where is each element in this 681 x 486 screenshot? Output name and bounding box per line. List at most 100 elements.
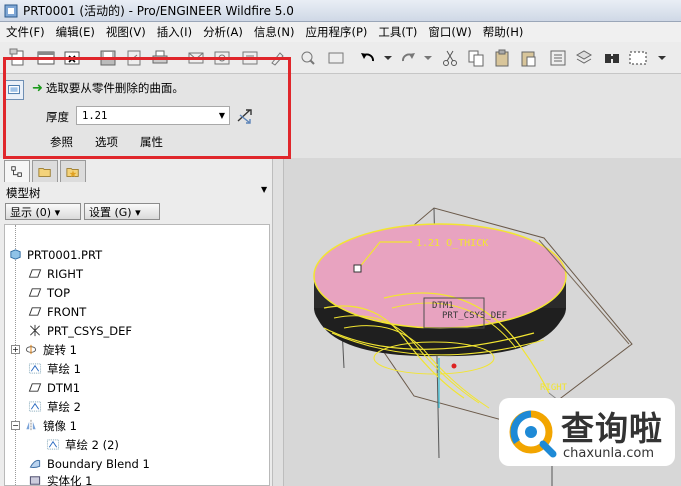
model-tree-tab-icon[interactable] — [4, 160, 30, 182]
regen-manager-icon[interactable] — [548, 48, 568, 68]
expand-plus-icon[interactable]: + — [11, 345, 20, 354]
datum-label-right[interactable]: RIGHT — [540, 383, 568, 393]
chevron-down-icon[interactable]: ▼ — [215, 111, 229, 120]
tree-item-sketch-1[interactable]: 草绘 1 — [27, 359, 81, 378]
send-mail-icon[interactable] — [186, 48, 206, 68]
tree-item-solidify[interactable]: 实体化 1 — [27, 473, 92, 486]
undo-dropdown-icon[interactable] — [378, 48, 398, 68]
folder-browser-tab-icon[interactable] — [32, 160, 58, 182]
cut-icon[interactable] — [440, 48, 460, 68]
watermark-name: 查询啦 — [561, 409, 663, 448]
flip-direction-icon[interactable] — [236, 107, 254, 125]
tree-item-label: 草绘 1 — [47, 361, 81, 376]
watermark: 查询啦 chaxunla.com — [499, 398, 675, 466]
menu-applications[interactable]: 应用程序(P) — [305, 24, 367, 40]
tab-references[interactable]: 参照 — [50, 134, 73, 150]
main-toolbar — [0, 42, 681, 74]
navigator-pane: 模型树 ▼ 显示 (0) ▾ 设置 (G) ▾ PRT0001.PRT RIGH… — [0, 158, 272, 486]
save-copy-icon[interactable] — [124, 48, 144, 68]
pane-menu-chevron-icon[interactable]: ▼ — [261, 185, 267, 194]
tree-item-label: 实体化 1 — [47, 474, 93, 486]
menu-edit[interactable]: 编辑(E) — [56, 24, 95, 40]
prompt-text: 选取要从零件删除的曲面。 — [45, 81, 184, 95]
open-window-icon[interactable] — [36, 48, 56, 68]
boundary-blend-icon — [27, 457, 43, 471]
model-tree: PRT0001.PRT RIGHT TOP FRONT PRT_CSYS_DEF… — [4, 224, 270, 486]
selection-dropdown-icon[interactable] — [652, 48, 672, 68]
paste-icon[interactable] — [492, 48, 512, 68]
favorites-tab-icon[interactable] — [60, 160, 86, 182]
menu-window[interactable]: 窗口(W) — [428, 24, 471, 40]
tree-item-dtm1[interactable]: DTM1 — [27, 378, 80, 397]
datum-plane-icon — [27, 267, 43, 281]
tree-item-csys[interactable]: PRT_CSYS_DEF — [27, 321, 132, 340]
paste-special-icon[interactable] — [518, 48, 538, 68]
title-bar: PRT0001 (活动的) - Pro/ENGINEER Wildfire 5.… — [0, 0, 681, 22]
menu-file[interactable]: 文件(F) — [6, 24, 45, 40]
datum-label-csys[interactable]: PRT_CSYS_DEF — [442, 311, 507, 321]
copy-icon[interactable] — [466, 48, 486, 68]
menu-view[interactable]: 视图(V) — [106, 24, 146, 40]
tree-item-label: 镜像 1 — [43, 418, 77, 433]
tree-item-label: RIGHT — [47, 266, 83, 281]
watermark-url: chaxunla.com — [563, 446, 654, 461]
tree-item-revolve[interactable]: + 旋转 1 — [11, 340, 77, 359]
menu-analysis[interactable]: 分析(A) — [203, 24, 243, 40]
regenerate-icon[interactable] — [212, 48, 232, 68]
collapse-minus-icon[interactable]: − — [11, 421, 20, 430]
pane-splitter[interactable] — [272, 158, 284, 486]
close-window-icon[interactable] — [62, 48, 82, 68]
part-icon — [7, 248, 23, 262]
tree-item-part[interactable]: PRT0001.PRT — [7, 245, 102, 264]
distribute-icon[interactable] — [326, 48, 346, 68]
undo-icon[interactable] — [358, 48, 378, 68]
tree-item-label: PRT_CSYS_DEF — [47, 323, 133, 338]
message-prompt: ➜ 选取要从零件删除的曲面。 — [32, 78, 184, 98]
redo-dropdown-icon[interactable] — [418, 48, 438, 68]
thickness-dimension-label[interactable]: 1.21 O_THICK — [416, 238, 488, 249]
tab-properties[interactable]: 属性 — [140, 134, 163, 150]
settings-button[interactable]: 设置 (G) ▾ — [84, 203, 160, 220]
tree-item-mirror[interactable]: − 镜像 1 — [11, 416, 77, 435]
tree-item-label: 草绘 2 — [47, 399, 81, 414]
solidify-icon — [27, 473, 43, 486]
model-info-icon[interactable] — [240, 48, 260, 68]
selection-box-icon[interactable] — [628, 48, 648, 68]
thickness-input[interactable]: 1.21 ▼ — [76, 106, 230, 125]
navigator-tabs — [4, 160, 88, 182]
datum-plane-icon — [27, 381, 43, 395]
print-icon[interactable] — [150, 48, 170, 68]
tree-item-top[interactable]: TOP — [27, 283, 70, 302]
csys-icon — [27, 324, 43, 338]
tree-item-label: Boundary Blend 1 — [47, 456, 150, 471]
menu-tools[interactable]: 工具(T) — [378, 24, 417, 40]
thickness-value[interactable]: 1.21 — [77, 110, 215, 122]
layer-icon[interactable] — [574, 48, 594, 68]
tree-item-label: FRONT — [47, 304, 87, 319]
menu-help[interactable]: 帮助(H) — [483, 24, 524, 40]
redo-icon[interactable] — [398, 48, 418, 68]
tree-item-label: 草绘 2 (2) — [65, 437, 119, 452]
model-tree-title: 模型树 — [6, 186, 41, 200]
new-file-icon[interactable] — [8, 48, 28, 68]
save-icon[interactable] — [98, 48, 118, 68]
tree-item-label: DTM1 — [47, 380, 81, 395]
menu-insert[interactable]: 插入(I) — [157, 24, 192, 40]
menu-info[interactable]: 信息(N) — [254, 24, 295, 40]
tree-item-label: 旋转 1 — [43, 342, 77, 357]
feature-dashboard: ➜ 选取要从零件删除的曲面。 厚度 1.21 ▼ 参照 选项 属性 — [0, 74, 681, 158]
mapkey-icon[interactable] — [298, 48, 318, 68]
tree-item-front[interactable]: FRONT — [27, 302, 86, 321]
show-button[interactable]: 显示 (0) ▾ — [5, 203, 81, 220]
find-icon[interactable] — [602, 48, 622, 68]
datum-label-dtm1[interactable]: DTM1 — [432, 301, 454, 311]
dashboard-mode-icon[interactable] — [4, 80, 24, 100]
sketch-tool-icon[interactable] — [268, 48, 288, 68]
tree-item-sketch-2[interactable]: 草绘 2 — [27, 397, 81, 416]
tree-item-sketch-2-copy[interactable]: 草绘 2 (2) — [45, 435, 119, 454]
tab-options[interactable]: 选项 — [95, 134, 118, 150]
proe-app-icon — [4, 4, 18, 17]
datum-plane-icon — [27, 305, 43, 319]
tree-item-boundary-blend[interactable]: Boundary Blend 1 — [27, 454, 150, 473]
tree-item-right[interactable]: RIGHT — [27, 264, 83, 283]
